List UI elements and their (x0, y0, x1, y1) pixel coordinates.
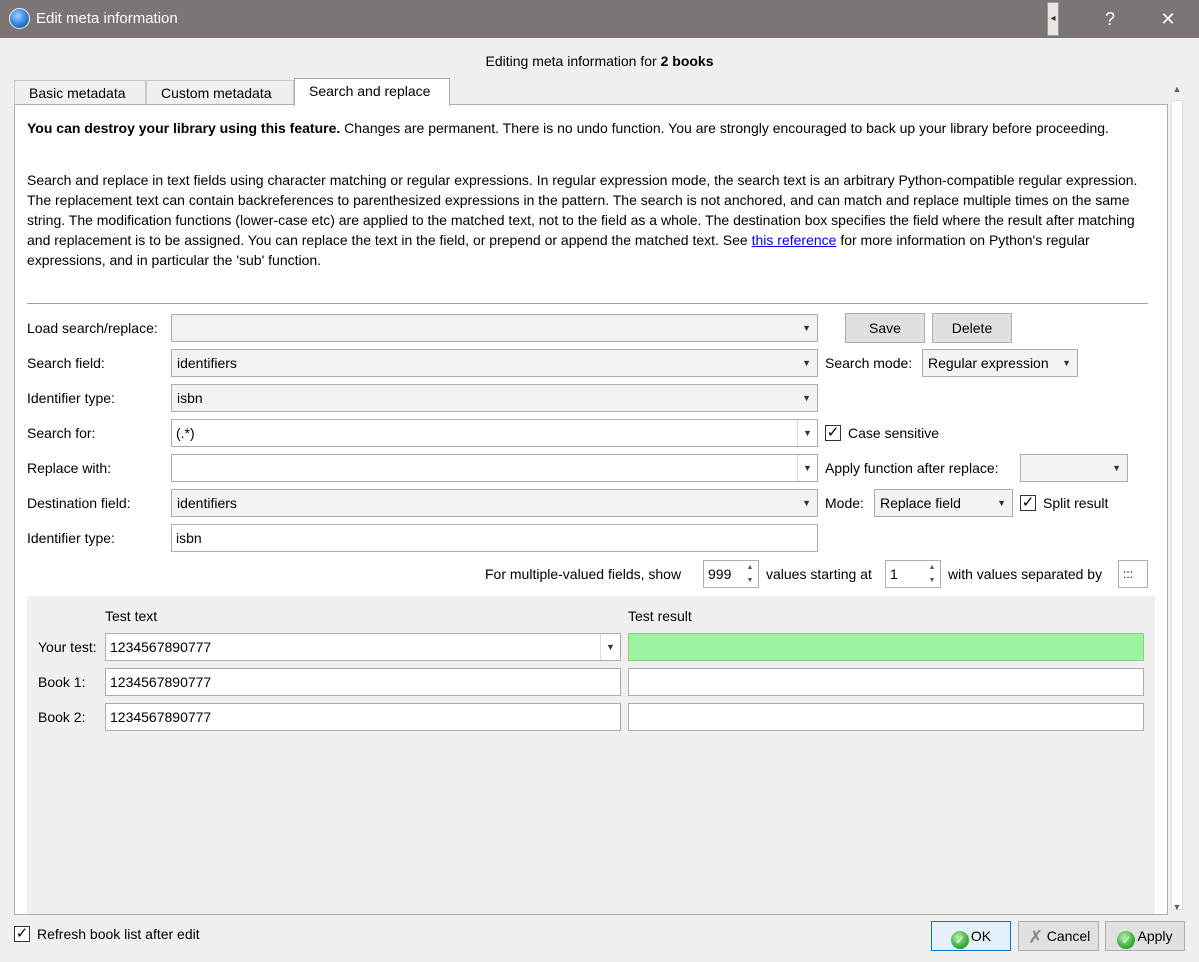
book-count: 2 books (660, 53, 714, 69)
warning-text: You can destroy your library using this … (27, 120, 1109, 136)
spin-down-icon[interactable]: ▼ (924, 574, 940, 587)
search-for-input[interactable]: (.*) ▼ (171, 419, 818, 447)
tab-basic-metadata[interactable]: Basic metadata (14, 80, 146, 105)
help-button[interactable]: ? (1084, 0, 1136, 38)
multi-valued-label: For multiple-valued fields, show (485, 566, 682, 582)
ok-button[interactable]: ✓ OK (931, 921, 1011, 951)
chevron-down-icon: ▼ (802, 358, 811, 368)
replace-with-label: Replace with: (27, 460, 112, 476)
close-button[interactable]: ✕ (1142, 0, 1194, 38)
replace-with-input[interactable]: ▼ (171, 454, 818, 482)
chevron-down-icon: ▼ (997, 498, 1006, 508)
apply-function-combo[interactable]: ▼ (1020, 454, 1128, 482)
start-at-spinbox[interactable]: 1 ▲ ▼ (885, 560, 941, 588)
split-result-checkbox[interactable]: ✓ (1020, 495, 1036, 511)
refresh-checkbox[interactable]: ✓ (14, 926, 30, 942)
dest-identifier-type-input[interactable]: isbn (171, 524, 818, 552)
search-for-label: Search for: (27, 425, 96, 441)
split-result-label: Split result (1043, 495, 1109, 511)
scroll-down-icon[interactable]: ▼ (1170, 900, 1184, 914)
book2-result (628, 703, 1144, 731)
chevron-down-icon: ▼ (802, 498, 811, 508)
vertical-scrollbar[interactable]: ▲ ▼ (1170, 80, 1184, 916)
spin-down-icon[interactable]: ▼ (742, 574, 758, 587)
load-search-replace-combo[interactable]: ▼ (171, 314, 818, 342)
apply-function-label: Apply function after replace: (825, 460, 999, 476)
cancel-button[interactable]: ✗ Cancel (1018, 921, 1099, 951)
case-sensitive-checkbox[interactable]: ✓ (825, 425, 841, 441)
delete-button[interactable]: Delete (932, 313, 1012, 343)
mode-label: Mode: (825, 495, 864, 511)
scrollbar-thumb[interactable] (1171, 100, 1183, 910)
search-mode-label: Search mode: (825, 355, 913, 371)
separated-by-label: with values separated by (948, 566, 1103, 582)
search-mode-combo[interactable]: Regular expression ▼ (922, 349, 1078, 377)
save-button[interactable]: Save (845, 313, 925, 343)
tab-custom-metadata[interactable]: Custom metadata (146, 80, 294, 105)
apply-button[interactable]: ✓ Apply (1105, 921, 1185, 951)
mode-combo[interactable]: Replace field ▼ (874, 489, 1013, 517)
show-values-spinbox[interactable]: 999 ▲ ▼ (703, 560, 759, 588)
separator-input[interactable]: ::: (1118, 560, 1148, 588)
apply-icon: ✓ (1117, 931, 1136, 949)
chevron-down-icon[interactable]: ▼ (797, 420, 817, 446)
your-test-input[interactable]: 1234567890777 ▼ (105, 633, 621, 661)
chevron-down-icon: ▼ (1062, 358, 1071, 368)
title-bar: Edit meta information ◂ ? ✕ (0, 0, 1199, 38)
destination-field-label: Destination field: (27, 495, 131, 511)
case-sensitive-label: Case sensitive (848, 425, 940, 441)
chevron-down-icon[interactable]: ▼ (600, 634, 620, 660)
tab-search-and-replace[interactable]: Search and replace (294, 78, 450, 106)
identifier-type-combo[interactable]: isbn ▼ (171, 384, 818, 412)
chevron-down-icon: ▼ (802, 323, 811, 333)
search-field-combo[interactable]: identifiers ▼ (171, 349, 818, 377)
test-text-header: Test text (105, 608, 158, 624)
editing-header: Editing meta information for 2 books (485, 53, 714, 69)
your-test-result (628, 633, 1144, 661)
reference-link[interactable]: this reference (752, 232, 837, 248)
search-field-label: Search field: (27, 355, 105, 371)
book2-test-input[interactable]: 1234567890777 (105, 703, 621, 731)
spin-up-icon[interactable]: ▲ (924, 561, 940, 574)
load-label: Load search/replace: (27, 320, 158, 336)
destination-field-combo[interactable]: identifiers ▼ (171, 489, 818, 517)
ok-icon: ✓ (950, 931, 969, 949)
your-test-label: Your test: (38, 639, 97, 655)
description-text: Search and replace in text fields using … (27, 172, 1138, 268)
book2-label: Book 2: (38, 709, 86, 725)
refresh-label: Refresh book list after edit (37, 926, 200, 942)
test-result-header: Test result (628, 608, 692, 624)
scroll-up-icon[interactable]: ▲ (1170, 82, 1184, 96)
divider (27, 303, 1148, 304)
dest-identifier-type-label: Identifier type: (27, 530, 115, 546)
book1-test-input[interactable]: 1234567890777 (105, 668, 621, 696)
chevron-down-icon[interactable]: ▼ (797, 455, 817, 481)
window-title: Edit meta information (36, 10, 178, 27)
spin-up-icon[interactable]: ▲ (742, 561, 758, 574)
values-starting-label: values starting at (766, 566, 872, 582)
titlebar-scroll-handle[interactable]: ◂ (1047, 2, 1059, 36)
chevron-down-icon: ▼ (1112, 463, 1121, 473)
book1-label: Book 1: (38, 674, 86, 690)
cancel-icon: ✗ (1028, 927, 1044, 947)
chevron-down-icon: ▼ (802, 393, 811, 403)
book1-result (628, 668, 1144, 696)
app-icon (9, 8, 30, 29)
identifier-type-label: Identifier type: (27, 390, 115, 406)
